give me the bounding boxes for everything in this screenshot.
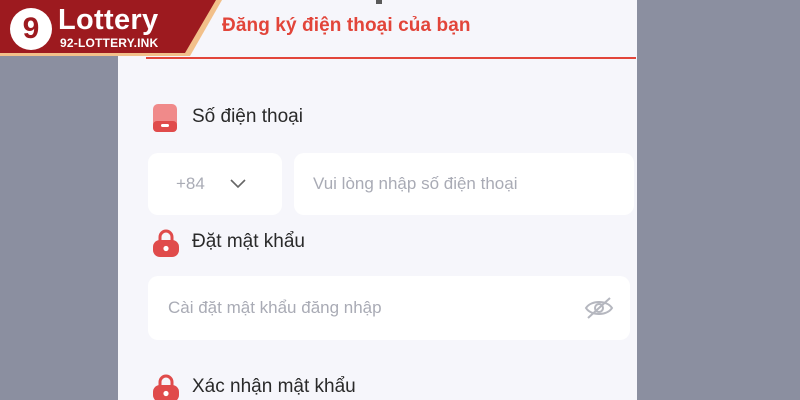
logo-mark: 9 (10, 8, 52, 50)
confirm-lock-icon (153, 374, 179, 400)
password-input[interactable]: Cài đặt mật khẩu đăng nhập (148, 276, 630, 340)
confirm-password-label: Xác nhận mật khẩu (192, 376, 356, 397)
password-placeholder: Cài đặt mật khẩu đăng nhập (168, 298, 382, 317)
right-backdrop (637, 0, 800, 400)
phone-icon (153, 104, 177, 132)
left-backdrop (0, 0, 118, 400)
page-title: Đăng ký điện thoại của bạn (222, 15, 471, 36)
country-code-select[interactable]: +84 (148, 153, 282, 215)
password-label: Đặt mật khẩu (192, 231, 305, 252)
top-tick (376, 0, 382, 4)
country-code-value: +84 (176, 174, 205, 193)
brand-logo: 9 Lottery 92-LOTTERY.INK (0, 0, 222, 56)
brand-domain: 92-LOTTERY.INK (60, 36, 159, 50)
chevron-down-icon (230, 179, 246, 189)
logo-letter: 9 (22, 12, 40, 45)
title-underline (146, 57, 636, 59)
eye-off-icon[interactable] (584, 296, 614, 320)
phone-placeholder: Vui lòng nhập số điện thoại (313, 174, 518, 193)
lock-icon (153, 229, 179, 257)
brand-name: Lottery (58, 4, 159, 36)
phone-input[interactable]: Vui lòng nhập số điện thoại (294, 153, 634, 215)
phone-label: Số điện thoại (192, 106, 303, 127)
